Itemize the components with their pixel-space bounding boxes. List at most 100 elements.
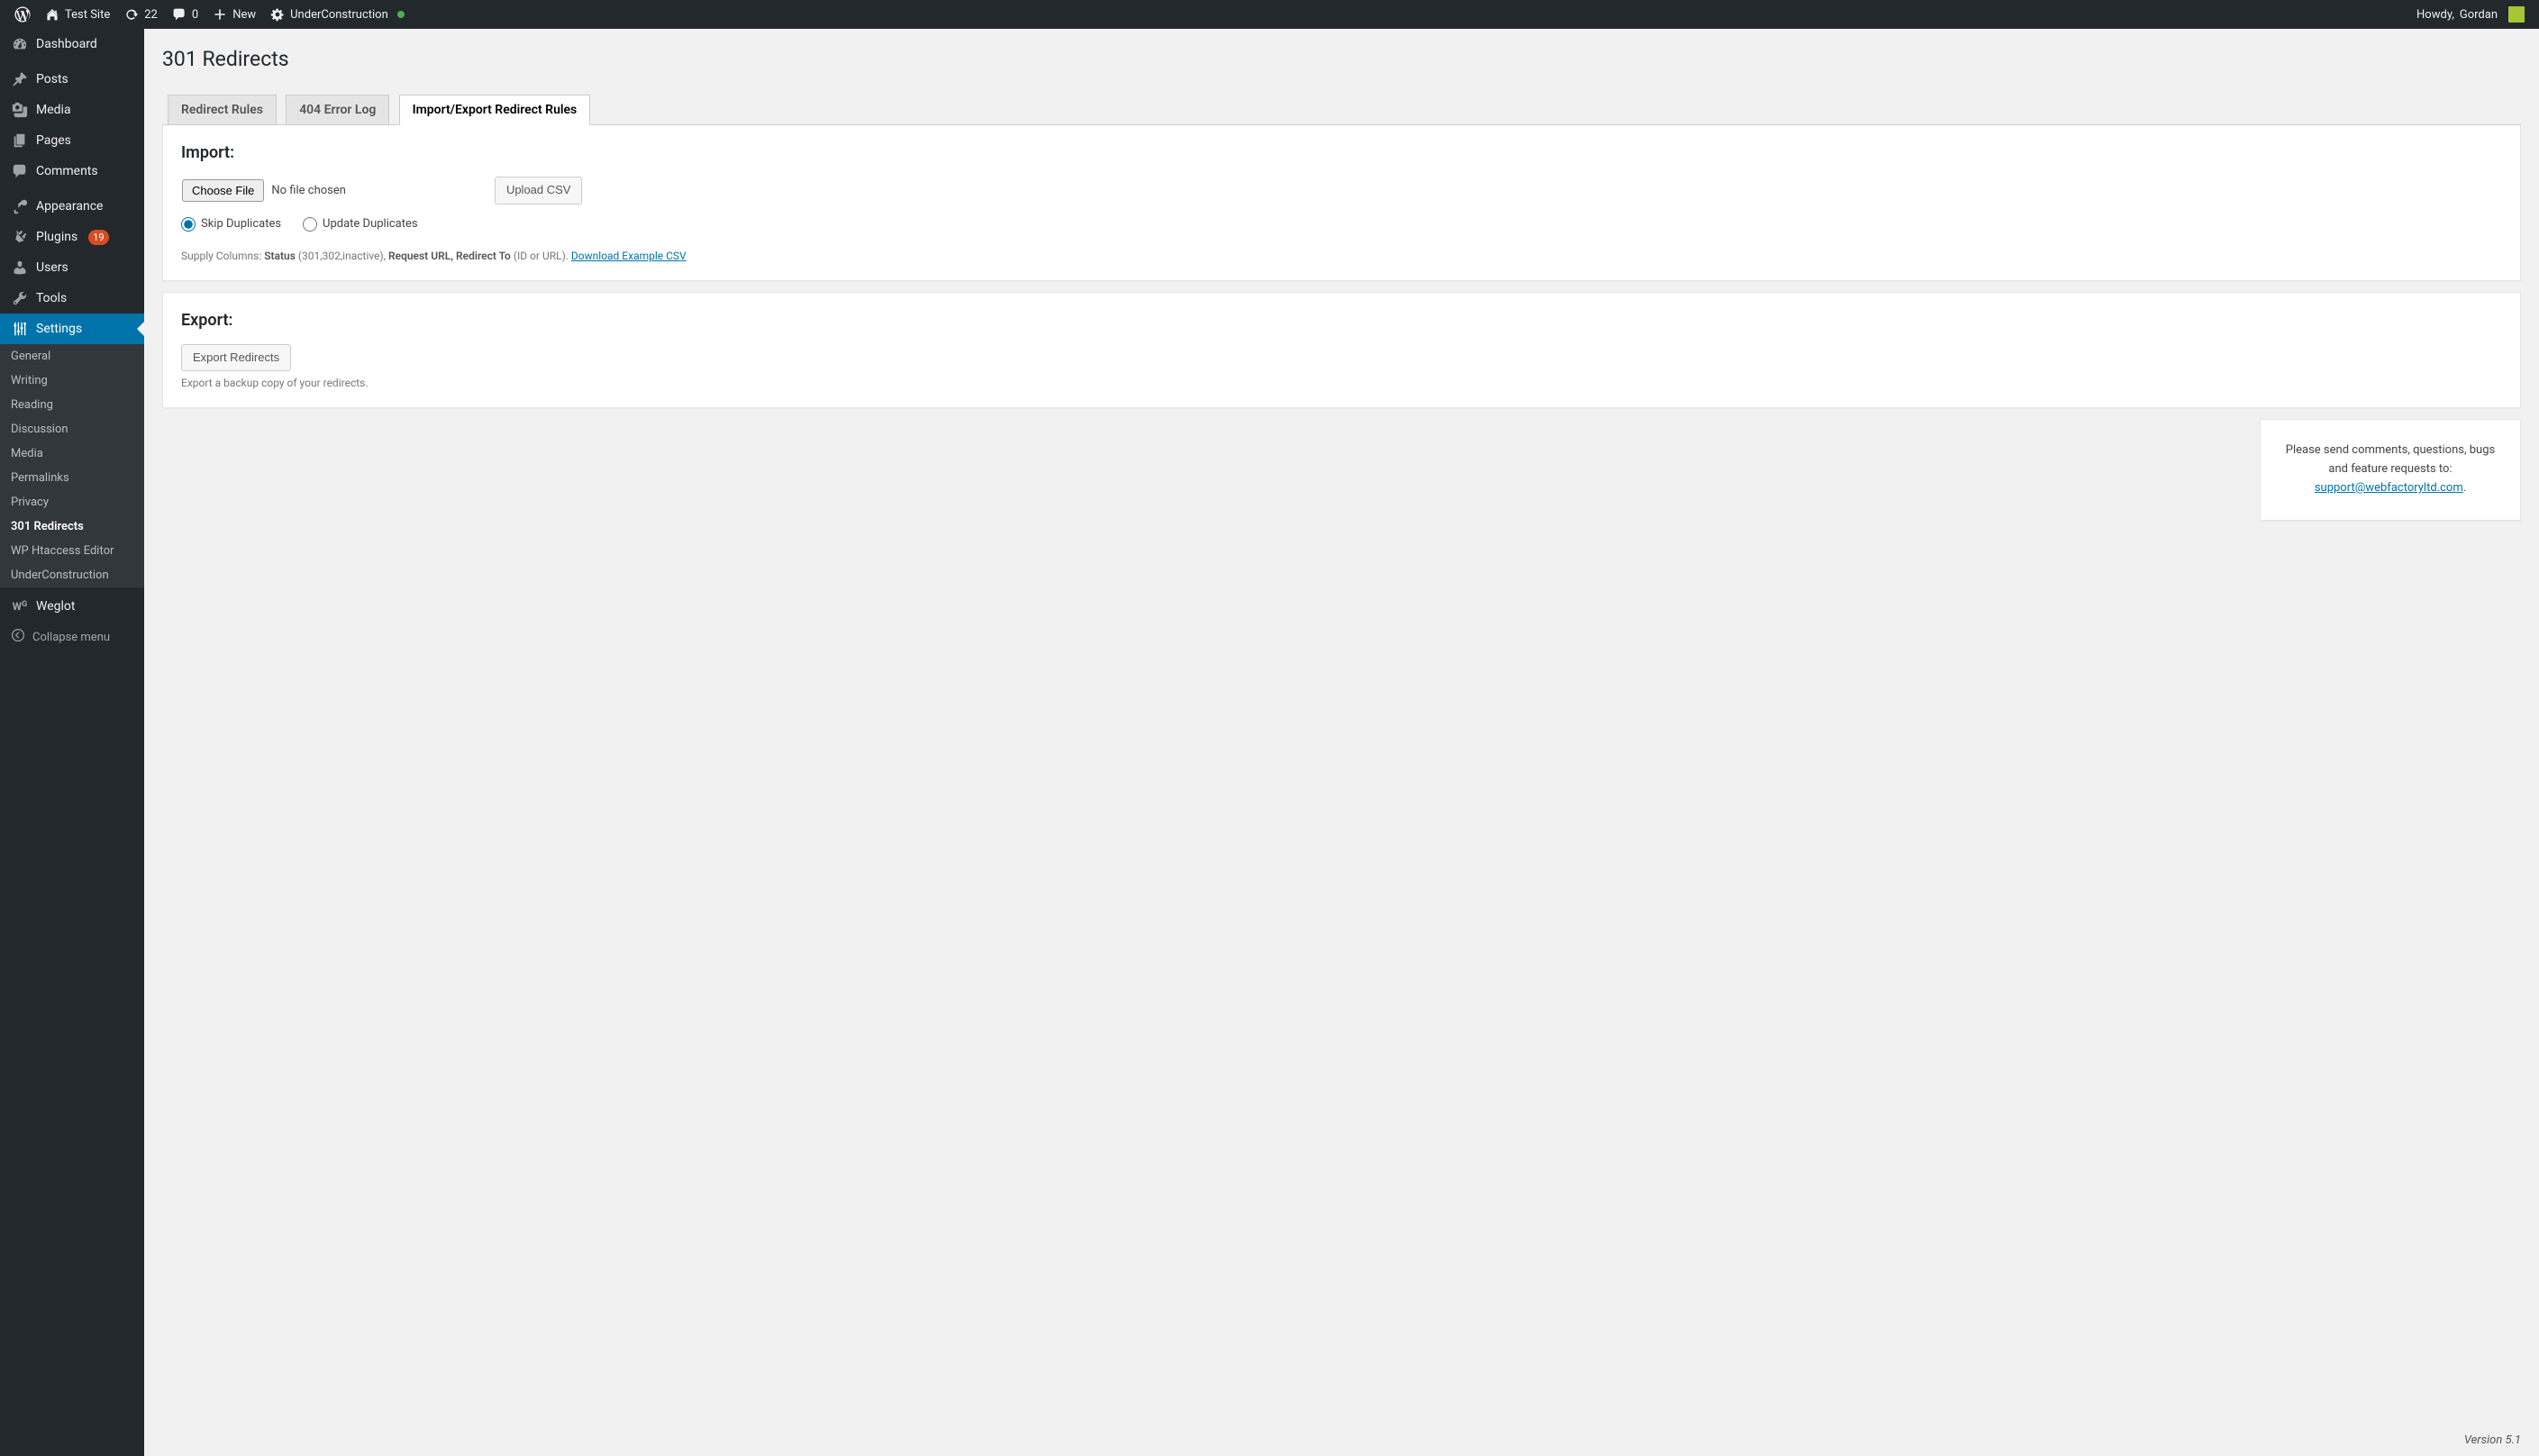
- radio-skip-label: Skip Duplicates: [201, 217, 281, 231]
- sub-discussion[interactable]: Discussion: [0, 417, 144, 441]
- site-link[interactable]: Test Site: [38, 0, 117, 29]
- new-label: New: [232, 8, 256, 22]
- radio-update-duplicates[interactable]: Update Duplicates: [303, 217, 418, 232]
- updates-count: 22: [144, 8, 158, 22]
- menu-weglot[interactable]: WG Weglot: [0, 592, 144, 621]
- import-heading: Import:: [181, 143, 2502, 162]
- support-text-2: and feature requests to:: [2328, 462, 2452, 476]
- howdy-name: Gordan: [2460, 8, 2498, 22]
- gear-icon: [270, 7, 285, 22]
- home-icon: [45, 7, 59, 22]
- menu-label: Pages: [36, 133, 71, 148]
- support-email-link[interactable]: support@webfactoryltd.com: [2315, 481, 2463, 495]
- collapse-label: Collapse menu: [32, 631, 110, 644]
- footer-version: Version 5.1: [2464, 1433, 2521, 1447]
- menu-label: Comments: [36, 164, 98, 178]
- file-input[interactable]: Choose File No file chosen: [181, 178, 347, 203]
- plugin-icon: [11, 229, 29, 245]
- export-panel: Export: Export Redirects Export a backup…: [162, 292, 2521, 409]
- choose-file-button[interactable]: Choose File: [182, 179, 264, 202]
- sub-301-redirects[interactable]: 301 Redirects: [0, 514, 144, 539]
- menu-label: Settings: [36, 322, 82, 336]
- updates-link[interactable]: 22: [117, 0, 165, 29]
- admin-menu: Dashboard Posts Media Pages Comments App…: [0, 29, 144, 1456]
- wordpress-icon: [14, 6, 31, 23]
- menu-comments[interactable]: Comments: [0, 156, 144, 187]
- tab-404-log[interactable]: 404 Error Log: [286, 95, 389, 124]
- page-icon: [11, 132, 29, 149]
- radio-skip-duplicates[interactable]: Skip Duplicates: [181, 217, 281, 232]
- comment-icon: [172, 7, 187, 22]
- menu-pages[interactable]: Pages: [0, 125, 144, 156]
- admin-bar: Test Site 22 0 New UnderConstruction: [0, 0, 2539, 29]
- menu-label: Plugins: [36, 230, 77, 244]
- site-title: Test Site: [65, 8, 110, 22]
- comments-link[interactable]: 0: [165, 0, 205, 29]
- support-box: Please send comments, questions, bugs an…: [2260, 419, 2521, 520]
- menu-label: Users: [36, 260, 68, 275]
- comments-count: 0: [192, 8, 198, 22]
- menu-label: Posts: [36, 72, 68, 86]
- radio-update-label: Update Duplicates: [323, 217, 418, 231]
- sub-reading[interactable]: Reading: [0, 393, 144, 417]
- radio-skip-input[interactable]: [181, 217, 196, 232]
- collapse-icon: [11, 628, 25, 646]
- menu-posts[interactable]: Posts: [0, 64, 144, 95]
- plus-icon: [213, 7, 227, 22]
- media-icon: [11, 102, 29, 118]
- menu-tools[interactable]: Tools: [0, 283, 144, 314]
- comment-icon: [11, 163, 29, 179]
- collapse-menu[interactable]: Collapse menu: [0, 621, 144, 653]
- menu-settings[interactable]: Settings: [0, 314, 144, 344]
- uc-label: UnderConstruction: [290, 8, 388, 22]
- sub-privacy[interactable]: Privacy: [0, 490, 144, 514]
- pin-icon: [11, 71, 29, 87]
- menu-plugins[interactable]: Plugins 19: [0, 222, 144, 252]
- howdy-link[interactable]: Howdy, Gordan: [2409, 0, 2532, 29]
- menu-label: Weglot: [36, 599, 75, 614]
- user-icon: [11, 259, 29, 276]
- import-hint: Supply Columns: Status (301,302,inactive…: [181, 250, 2502, 262]
- menu-label: Dashboard: [36, 37, 97, 51]
- weglot-icon: WG: [11, 600, 29, 613]
- wp-logo[interactable]: [7, 0, 38, 29]
- plugins-badge: 19: [88, 230, 108, 245]
- radio-update-input[interactable]: [303, 217, 317, 232]
- sliders-icon: [11, 321, 29, 337]
- export-hint: Export a backup copy of your redirects.: [181, 377, 2502, 389]
- file-name-label: No file chosen: [271, 184, 346, 197]
- sub-htaccess[interactable]: WP Htaccess Editor: [0, 539, 144, 563]
- wrench-icon: [11, 290, 29, 306]
- settings-submenu: General Writing Reading Discussion Media…: [0, 344, 144, 587]
- dashboard-icon: [11, 36, 29, 52]
- menu-label: Appearance: [36, 199, 103, 214]
- uc-link[interactable]: UnderConstruction: [263, 0, 412, 29]
- menu-media[interactable]: Media: [0, 95, 144, 125]
- menu-label: Tools: [36, 291, 67, 305]
- new-content-link[interactable]: New: [205, 0, 263, 29]
- tabs: Redirect Rules 404 Error Log Import/Expo…: [162, 95, 2521, 125]
- export-redirects-button[interactable]: Export Redirects: [181, 344, 291, 372]
- export-heading: Export:: [181, 311, 2502, 330]
- brush-icon: [11, 198, 29, 214]
- update-icon: [124, 7, 139, 22]
- support-text-1: Please send comments, questions, bugs: [2286, 443, 2495, 457]
- download-example-link[interactable]: Download Example CSV: [571, 250, 687, 262]
- upload-csv-button[interactable]: Upload CSV: [495, 177, 583, 205]
- menu-appearance[interactable]: Appearance: [0, 191, 144, 222]
- howdy-prefix: Howdy,: [2416, 8, 2454, 22]
- import-panel: Import: Choose File No file chosen Uploa…: [162, 125, 2521, 281]
- avatar: [2508, 6, 2525, 23]
- sub-uc[interactable]: UnderConstruction: [0, 563, 144, 587]
- sub-general[interactable]: General: [0, 344, 144, 369]
- menu-label: Media: [36, 103, 71, 117]
- menu-users[interactable]: Users: [0, 252, 144, 283]
- sub-permalinks[interactable]: Permalinks: [0, 466, 144, 490]
- tab-import-export[interactable]: Import/Export Redirect Rules: [399, 95, 591, 125]
- tab-redirect-rules[interactable]: Redirect Rules: [168, 95, 277, 124]
- menu-dashboard[interactable]: Dashboard: [0, 29, 144, 59]
- sub-media[interactable]: Media: [0, 441, 144, 466]
- sub-writing[interactable]: Writing: [0, 369, 144, 393]
- page-title: 301 Redirects: [162, 38, 2521, 77]
- status-dot-icon: [397, 11, 405, 18]
